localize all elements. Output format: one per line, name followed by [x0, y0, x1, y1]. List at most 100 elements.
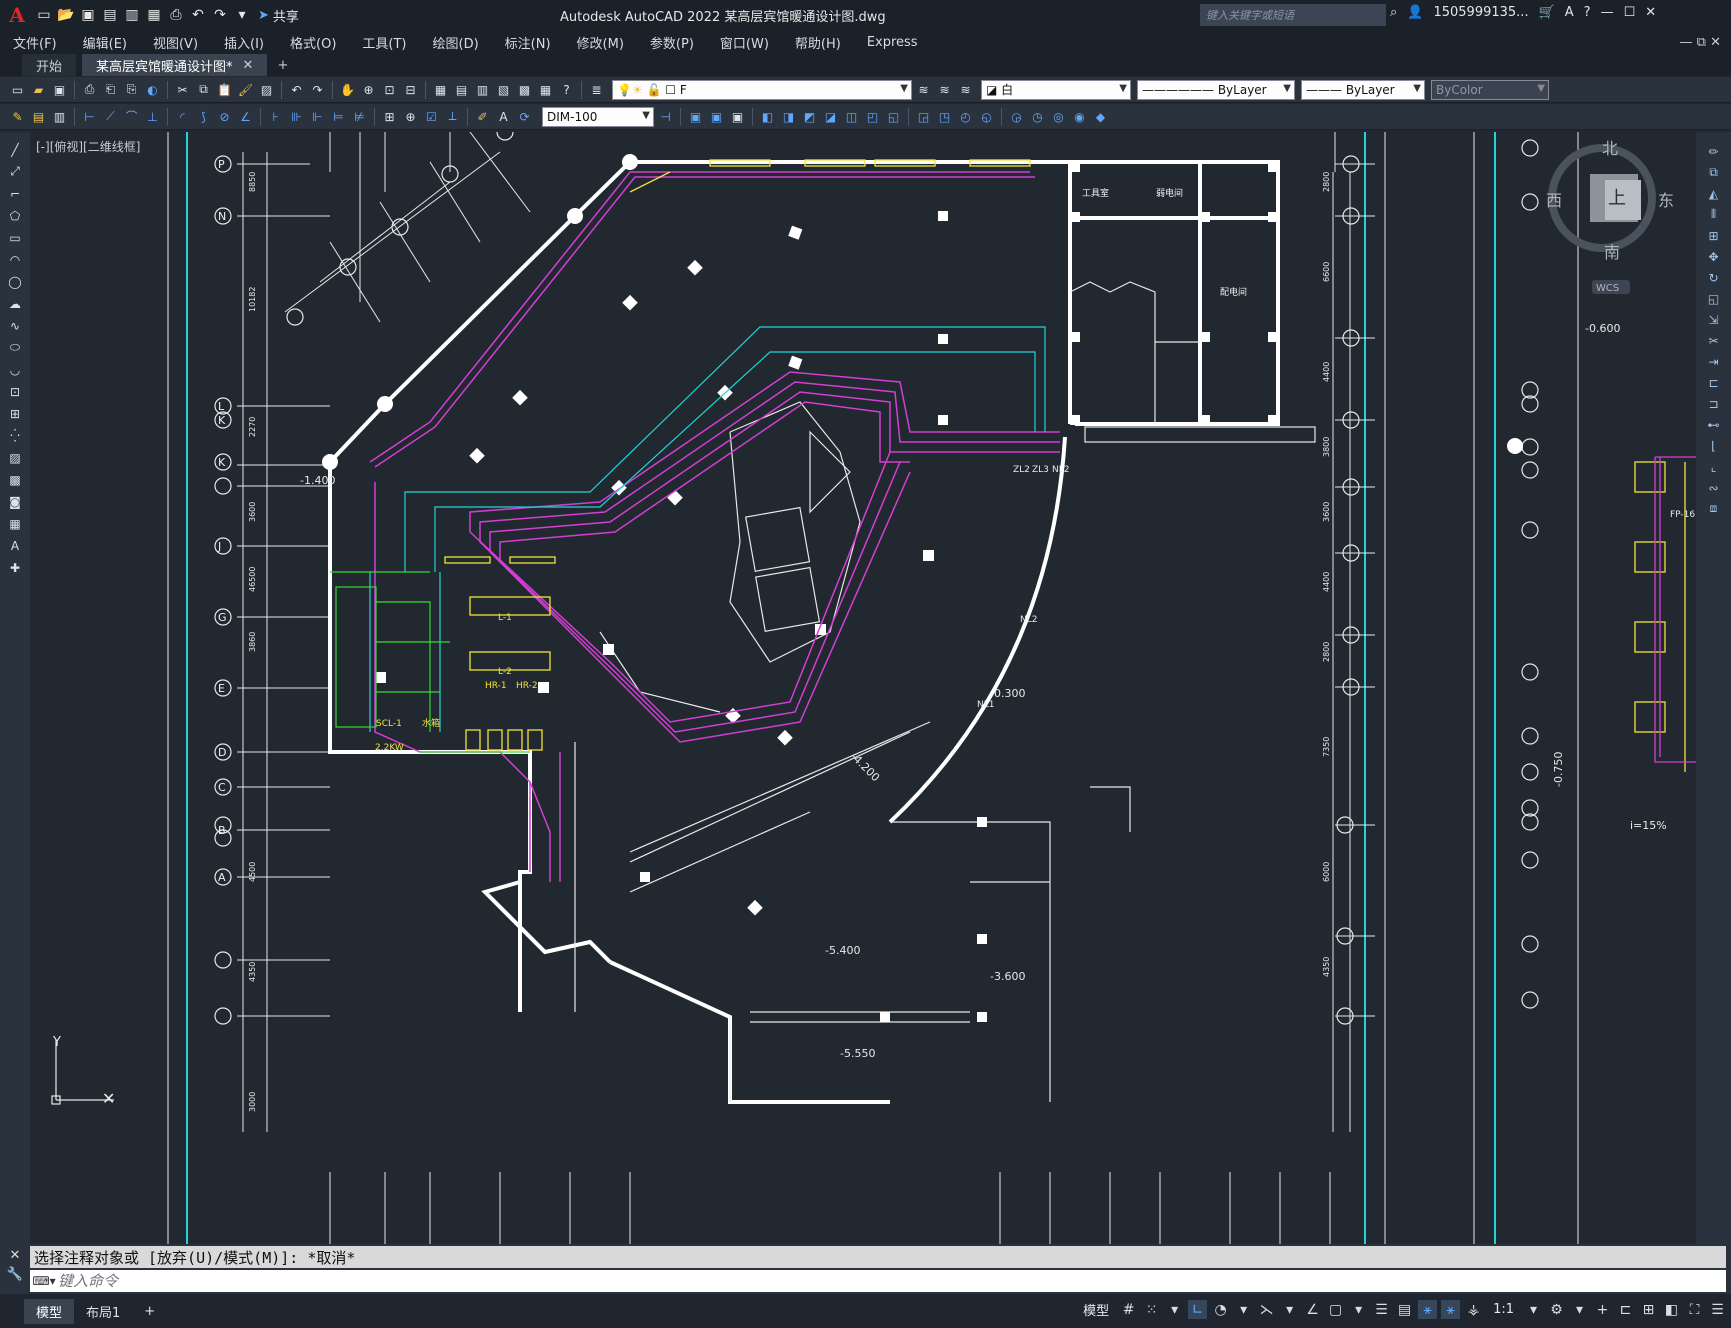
menu-modify[interactable]: 修改(M): [564, 33, 637, 52]
tab-start[interactable]: 开始: [22, 54, 77, 76]
zoom-realtime-icon[interactable]: ⊕: [359, 80, 378, 99]
markup-icon[interactable]: ▩: [515, 80, 534, 99]
extrude-icon[interactable]: ◨: [779, 107, 798, 126]
circle-icon[interactable]: ◯: [6, 272, 25, 291]
jogged-icon[interactable]: ⟆: [194, 107, 213, 126]
polygon-icon[interactable]: ⬠: [6, 206, 25, 225]
share-button[interactable]: ➤ 共享: [258, 6, 299, 25]
menu-file[interactable]: 文件(F): [0, 33, 70, 52]
ortho-icon[interactable]: ∟: [1188, 1300, 1208, 1319]
annotation-visibility-icon[interactable]: ⚹: [1418, 1300, 1438, 1319]
autodesk-a360-icon[interactable]: A: [1565, 5, 1574, 20]
publish-icon[interactable]: ⎘: [122, 80, 141, 99]
quick-dim-icon[interactable]: ⊦: [266, 107, 285, 126]
autocad-logo-icon[interactable]: A: [4, 2, 30, 28]
mtext-icon[interactable]: A: [6, 536, 25, 555]
3d-union-icon[interactable]: ▣: [707, 107, 726, 126]
customize-command-icon[interactable]: 🔧: [7, 1267, 23, 1282]
add-selected-icon[interactable]: ✚: [6, 558, 25, 577]
align-icon[interactable]: ◵: [977, 107, 996, 126]
tab-model[interactable]: 模型: [24, 1298, 75, 1324]
copy-object-icon[interactable]: ⧉: [1704, 163, 1723, 182]
3d-subtract-icon[interactable]: ▣: [728, 107, 747, 126]
new-file-icon[interactable]: ▭: [34, 5, 54, 25]
copy-icon[interactable]: ⧉: [194, 80, 213, 99]
dim-text-edit-icon[interactable]: A: [494, 107, 513, 126]
walk-icon[interactable]: ◉: [1070, 107, 1089, 126]
plot-icon-2[interactable]: ⎙: [80, 80, 99, 99]
offset-icon[interactable]: ⫴: [1704, 205, 1723, 224]
menu-format[interactable]: 格式(O): [277, 33, 349, 52]
revision-cloud-icon[interactable]: ☁: [6, 294, 25, 313]
viewport-controls-label[interactable]: [-][俯视][二维线框]: [36, 138, 140, 155]
menu-view[interactable]: 视图(V): [140, 33, 211, 52]
line-icon[interactable]: ╱: [6, 140, 25, 159]
cart-icon[interactable]: 🛒: [1539, 5, 1555, 20]
chamfer-icon[interactable]: ⌊: [1704, 436, 1723, 455]
3d-box-icon[interactable]: ▣: [686, 107, 705, 126]
isodraft-dropdown-icon[interactable]: ▾: [1280, 1300, 1299, 1319]
osnap-icon[interactable]: ▢: [1326, 1300, 1345, 1319]
maximize-icon[interactable]: ☐: [1624, 5, 1636, 20]
design-center-icon[interactable]: ▤: [452, 80, 471, 99]
space-icon[interactable]: ⊨: [329, 107, 348, 126]
block-icon[interactable]: ▤: [29, 107, 48, 126]
extend-icon[interactable]: ⇥: [1704, 352, 1723, 371]
layer-dropdown[interactable]: 💡☀ 🔓 ☐ F ▼: [612, 79, 912, 100]
dimstyle-manager-icon[interactable]: ⊣: [656, 107, 675, 126]
fillet-icon[interactable]: ⌞: [1704, 457, 1723, 476]
jogged-linear-icon[interactable]: ⟂: [443, 107, 462, 126]
annotation-scale-icon[interactable]: ⚶: [1464, 1300, 1483, 1319]
quick-properties-icon[interactable]: ⊞: [1639, 1300, 1658, 1319]
join-icon[interactable]: ⊷: [1704, 415, 1723, 434]
gradient-icon[interactable]: ▩: [6, 470, 25, 489]
render-icon[interactable]: ◆: [1091, 107, 1110, 126]
polar-icon[interactable]: ◔: [1211, 1300, 1230, 1319]
scale-value[interactable]: 1:1: [1487, 1302, 1520, 1317]
transparency-icon[interactable]: ▤: [1395, 1300, 1414, 1319]
layer-previous-icon[interactable]: ≋: [935, 80, 954, 99]
isolate-icon[interactable]: ◧: [1662, 1300, 1681, 1319]
center-mark-icon[interactable]: ⊕: [401, 107, 420, 126]
undo-icon-2[interactable]: ↶: [287, 80, 306, 99]
radius-dim-icon[interactable]: ◜: [173, 107, 192, 126]
paste-icon[interactable]: 📋: [215, 80, 234, 99]
scale-icon[interactable]: ◱: [1704, 289, 1723, 308]
scale-dropdown-icon[interactable]: ▾: [1524, 1300, 1543, 1319]
aligned-dim-icon[interactable]: ⟋: [101, 107, 120, 126]
move-icon[interactable]: ✥: [1704, 247, 1723, 266]
command-input[interactable]: [58, 1271, 1658, 1291]
auto-scale-icon[interactable]: ⚹: [1441, 1300, 1461, 1319]
calculator-icon[interactable]: ▦: [536, 80, 555, 99]
plot-preview-icon[interactable]: ⎗: [101, 80, 120, 99]
ordinate-icon[interactable]: ⊥: [143, 107, 162, 126]
zoom-previous-icon[interactable]: ⊟: [401, 80, 420, 99]
point-icon[interactable]: ⁛: [6, 426, 25, 445]
menu-parametric[interactable]: 参数(P): [637, 33, 707, 52]
save-icon-2[interactable]: ▣: [50, 80, 69, 99]
linetype-dropdown[interactable]: —————— ByLayer ▼: [1137, 79, 1295, 100]
pan-icon[interactable]: ✋: [338, 80, 357, 99]
ucs-icon[interactable]: ◶: [1007, 107, 1026, 126]
break-icon[interactable]: ⊭: [350, 107, 369, 126]
undo-icon[interactable]: ↶: [188, 5, 208, 25]
make-current-layer-icon[interactable]: ≋: [914, 80, 933, 99]
slice-icon[interactable]: ◱: [884, 107, 903, 126]
presspull-icon[interactable]: ◰: [863, 107, 882, 126]
layer-properties-icon[interactable]: ≣: [587, 80, 606, 99]
properties-icon[interactable]: ▦: [431, 80, 450, 99]
zoom-window-icon[interactable]: ⊡: [380, 80, 399, 99]
menu-help[interactable]: 帮助(H): [782, 33, 854, 52]
color-dropdown[interactable]: ◪ 白 ▼: [981, 79, 1131, 100]
viewcube[interactable]: [1548, 144, 1656, 294]
section-icon[interactable]: ◲: [914, 107, 933, 126]
user-icon[interactable]: 👤: [1407, 5, 1423, 20]
add-layout-plus-icon[interactable]: +: [132, 1301, 167, 1322]
customize-status-icon[interactable]: ☰: [1708, 1300, 1727, 1319]
redo-icon[interactable]: ↷: [210, 5, 230, 25]
menu-insert[interactable]: 插入(I): [211, 33, 277, 52]
grid-icon[interactable]: #: [1119, 1300, 1138, 1319]
continue-icon[interactable]: ⊩: [308, 107, 327, 126]
ellipse-icon[interactable]: ⬭: [6, 338, 25, 357]
spline-icon[interactable]: ∿: [6, 316, 25, 335]
